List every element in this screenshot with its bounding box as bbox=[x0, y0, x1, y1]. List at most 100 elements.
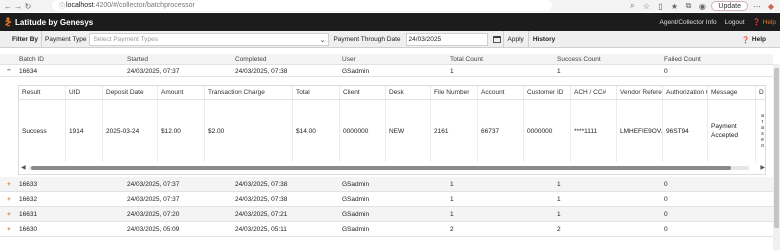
table-row[interactable]: − 16634 24/03/2025, 07:37 24/03/2025, 07… bbox=[0, 65, 773, 77]
success-count: 1 bbox=[557, 196, 561, 203]
started: 24/03/2025, 05:09 bbox=[127, 226, 180, 233]
col-d[interactable]: D bbox=[756, 86, 765, 99]
table-row[interactable]: + 16633 24/03/2025, 07:37 24/03/2025, 07… bbox=[0, 177, 773, 192]
address-bar[interactable]: ⓘ localhost :4200/#/collector/batchproce… bbox=[52, 0, 552, 11]
col-total-count[interactable]: Total Count bbox=[450, 54, 483, 65]
grid-header: Batch ID Started Completed User Total Co… bbox=[0, 54, 773, 65]
total-count: 1 bbox=[450, 196, 454, 203]
col-deposit-date[interactable]: Deposit Date bbox=[103, 86, 158, 99]
result: Success bbox=[19, 100, 66, 162]
forward-icon[interactable]: → bbox=[13, 1, 23, 11]
collapse-row-icon[interactable]: − bbox=[7, 65, 13, 76]
payment-type-label: Payment Type bbox=[45, 35, 87, 43]
col-batch-id[interactable]: Batch ID bbox=[19, 54, 44, 65]
detail-horizontal-scrollbar[interactable]: ◀ ▶ bbox=[19, 164, 765, 172]
browser-toolbar: ← → ↻ ⓘ localhost :4200/#/collector/batc… bbox=[0, 0, 780, 12]
col-customer-id[interactable]: Customer ID bbox=[524, 86, 571, 99]
url-host: localhost bbox=[66, 2, 94, 9]
user: GSadmin bbox=[342, 67, 370, 75]
col-total[interactable]: Total bbox=[293, 86, 340, 99]
info-icon: ⓘ bbox=[58, 4, 65, 10]
total-count: 1 bbox=[450, 211, 454, 218]
agent-collector-info-link[interactable]: Agent/Collector Info bbox=[660, 19, 717, 26]
filter-help-button[interactable]: ❓ Help bbox=[742, 33, 766, 46]
expand-row-icon[interactable]: + bbox=[7, 177, 13, 191]
payment-type-select[interactable]: Select Payment Types ⌄ bbox=[89, 32, 330, 46]
help-icon: ❓ bbox=[752, 19, 761, 26]
history-button[interactable]: History bbox=[527, 30, 559, 48]
completed: 24/03/2025, 07:21 bbox=[235, 211, 288, 218]
total-count: 2 bbox=[450, 226, 454, 233]
apply-button[interactable]: Apply bbox=[502, 30, 528, 48]
col-user[interactable]: User bbox=[342, 54, 356, 65]
detail-row[interactable]: Success 1914 2025-03-24 $12.00 $2.00 $14… bbox=[19, 100, 765, 162]
message: Payment Accepted bbox=[708, 100, 756, 162]
deposit-date: 2025-03-24 bbox=[103, 100, 158, 162]
help-link[interactable]: ❓ Help bbox=[752, 18, 776, 27]
collections-icon[interactable]: ⧉ bbox=[683, 1, 693, 11]
col-started[interactable]: Started bbox=[127, 54, 148, 65]
amount: $12.00 bbox=[158, 100, 205, 162]
through-date-input[interactable]: 24/03/2025 bbox=[405, 32, 488, 46]
copilot-icon[interactable]: ◆ bbox=[766, 1, 776, 11]
scroll-thumb[interactable] bbox=[31, 166, 731, 170]
col-file-number[interactable]: File Number bbox=[431, 86, 478, 99]
expand-row-icon[interactable]: + bbox=[7, 222, 13, 236]
customer-id: 0000000 bbox=[524, 100, 571, 162]
table-row[interactable]: + 16631 24/03/2025, 07:20 24/03/2025, 07… bbox=[0, 207, 773, 222]
chevron-down-icon: ⌄ bbox=[319, 36, 326, 44]
success-count: 2 bbox=[557, 226, 561, 233]
started: 24/03/2025, 07:20 bbox=[127, 211, 180, 218]
col-authorization-code[interactable]: Authorization C... bbox=[663, 86, 708, 99]
scroll-left-icon[interactable]: ◀ bbox=[21, 164, 26, 171]
logout-link[interactable]: Logout bbox=[725, 19, 745, 26]
scroll-right-icon[interactable]: ▶ bbox=[760, 164, 765, 171]
favorites-icon[interactable]: ★ bbox=[669, 1, 679, 11]
total: $14.00 bbox=[293, 100, 340, 162]
back-icon[interactable]: ← bbox=[3, 1, 13, 11]
search-icon[interactable]: ⌕ bbox=[627, 1, 637, 11]
col-transaction-charge[interactable]: Transaction Charge bbox=[205, 86, 293, 99]
vertical-scroll-thumb[interactable] bbox=[774, 68, 779, 228]
through-date-value: 24/03/2025 bbox=[408, 35, 442, 43]
col-uid[interactable]: UID bbox=[66, 86, 103, 99]
col-message[interactable]: Message bbox=[708, 86, 756, 99]
help-icon: ❓ bbox=[741, 36, 750, 44]
page-vertical-scrollbar[interactable] bbox=[773, 64, 780, 250]
col-desk[interactable]: Desk bbox=[386, 86, 431, 99]
total-count: 1 bbox=[450, 181, 454, 188]
col-vendor-reference[interactable]: Vendor Referen... bbox=[617, 86, 663, 99]
failed-count: 0 bbox=[664, 67, 668, 75]
col-client[interactable]: Client bbox=[340, 86, 386, 99]
desk: NEW bbox=[386, 100, 431, 162]
authorization-code: 96ST94 bbox=[663, 100, 708, 162]
split-screen-icon[interactable]: ▯ bbox=[655, 1, 665, 11]
batch-id: 16633 bbox=[19, 181, 38, 188]
table-row[interactable]: + 16632 24/03/2025, 07:37 24/03/2025, 07… bbox=[0, 192, 773, 207]
batch-id: 16630 bbox=[19, 226, 38, 233]
update-button[interactable]: Update bbox=[711, 1, 748, 11]
col-success-count[interactable]: Success Count bbox=[557, 54, 601, 65]
col-completed[interactable]: Completed bbox=[235, 54, 266, 65]
col-ach-cc[interactable]: ACH / CC# bbox=[571, 86, 617, 99]
calendar-icon[interactable] bbox=[491, 33, 503, 46]
favorite-icon[interactable]: ☆ bbox=[641, 1, 651, 11]
col-failed-count[interactable]: Failed Count bbox=[664, 54, 701, 65]
expand-row-icon[interactable]: + bbox=[7, 192, 13, 206]
table-row[interactable]: + 16630 24/03/2025, 05:09 24/03/2025, 05… bbox=[0, 222, 773, 237]
ach-cc: ****1111 bbox=[571, 100, 617, 162]
success-count: 1 bbox=[557, 67, 561, 75]
app-title: Latitude by Genesys bbox=[15, 17, 94, 27]
failed-count: 0 bbox=[664, 196, 668, 203]
genesys-logo-icon bbox=[4, 17, 12, 27]
profile-icon[interactable]: ◉ bbox=[697, 1, 707, 11]
col-amount[interactable]: Amount bbox=[158, 86, 205, 99]
more-icon[interactable]: ⋯ bbox=[752, 1, 762, 11]
vendor-reference: LMHEFIE9OV... bbox=[617, 100, 663, 162]
user: GSadmin bbox=[342, 226, 370, 233]
expand-row-icon[interactable]: + bbox=[7, 207, 13, 221]
col-account[interactable]: Account bbox=[478, 86, 524, 99]
refresh-icon[interactable]: ↻ bbox=[23, 1, 33, 11]
batch-id: 16632 bbox=[19, 196, 38, 203]
col-result[interactable]: Result bbox=[19, 86, 66, 99]
